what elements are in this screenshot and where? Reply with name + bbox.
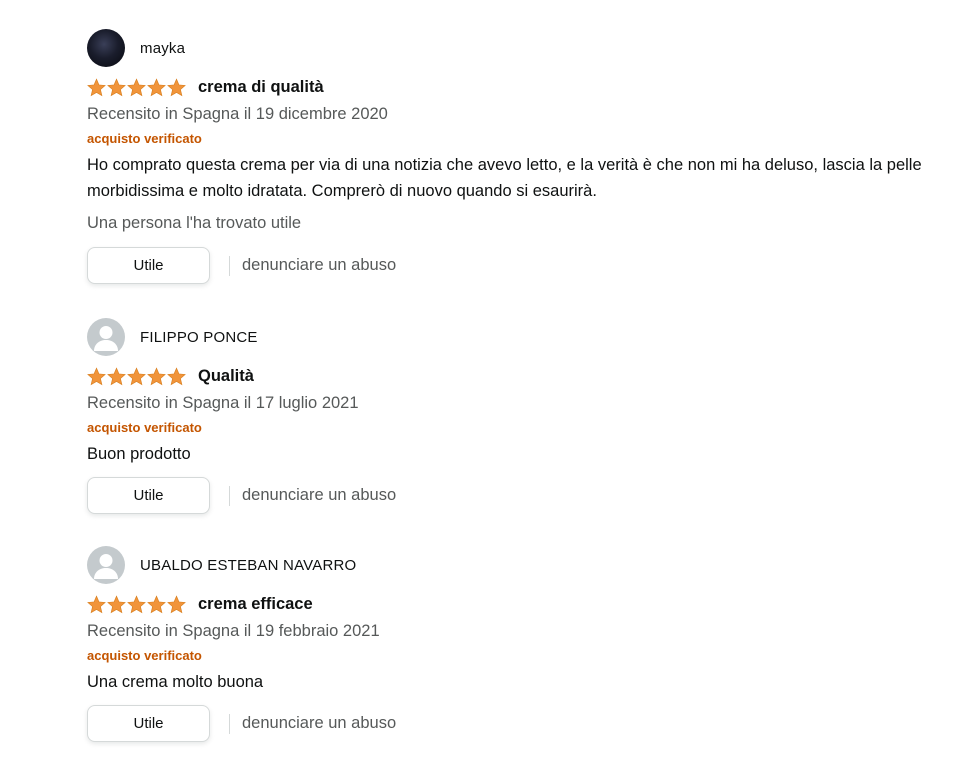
star-icon bbox=[167, 594, 186, 613]
rating-row: Qualità bbox=[87, 365, 957, 387]
user-silhouette-icon bbox=[94, 326, 118, 351]
helpful-count: Una persona l'ha trovato utile bbox=[87, 214, 302, 232]
review-title[interactable]: crema efficace bbox=[198, 595, 313, 614]
review-body: Ho comprato questa crema per via di una … bbox=[87, 156, 922, 200]
review-body: Una crema molto buona bbox=[87, 673, 264, 691]
review-item: UBALDO ESTEBAN NAVARRO crema efficace Re… bbox=[87, 545, 957, 742]
helpful-button[interactable]: Utile bbox=[87, 477, 210, 514]
star-icon bbox=[147, 77, 166, 96]
review-date: Recensito in Spagna il 19 febbraio 2021 bbox=[87, 622, 380, 640]
reviewer-profile[interactable]: mayka bbox=[87, 28, 957, 68]
star-icon bbox=[127, 594, 146, 613]
reviewer-name[interactable]: mayka bbox=[140, 40, 185, 57]
review-actions: Utile denunciare un abuso bbox=[87, 705, 957, 742]
avatar[interactable] bbox=[87, 29, 125, 67]
review-title[interactable]: crema di qualità bbox=[198, 78, 324, 97]
star-icon bbox=[87, 594, 106, 613]
verified-purchase-badge: acquisto verificato bbox=[87, 648, 202, 663]
star-icon bbox=[107, 366, 126, 385]
review-actions: Utile denunciare un abuso bbox=[87, 247, 957, 284]
star-icon bbox=[107, 594, 126, 613]
star-icon bbox=[87, 366, 106, 385]
avatar[interactable] bbox=[87, 546, 125, 584]
divider bbox=[229, 713, 230, 734]
reviewer-name[interactable]: FILIPPO PONCE bbox=[140, 329, 258, 346]
review-title[interactable]: Qualità bbox=[198, 367, 254, 386]
star-icon bbox=[107, 77, 126, 96]
review-date: Recensito in Spagna il 17 luglio 2021 bbox=[87, 394, 359, 412]
review-item: FILIPPO PONCE Qualità Recensito in Spagn… bbox=[87, 317, 957, 514]
reviewer-profile[interactable]: UBALDO ESTEBAN NAVARRO bbox=[87, 545, 957, 585]
avatar[interactable] bbox=[87, 318, 125, 356]
review-actions: Utile denunciare un abuso bbox=[87, 477, 957, 514]
user-silhouette-icon bbox=[94, 554, 118, 579]
rating-row: crema di qualità bbox=[87, 76, 957, 98]
rating-row: crema efficace bbox=[87, 593, 957, 615]
star-icon bbox=[167, 366, 186, 385]
report-abuse-link[interactable]: denunciare un abuso bbox=[242, 486, 396, 505]
report-abuse-link[interactable]: denunciare un abuso bbox=[242, 714, 396, 733]
star-icon bbox=[147, 366, 166, 385]
review-date: Recensito in Spagna il 19 dicembre 2020 bbox=[87, 105, 388, 123]
review-body: Buon prodotto bbox=[87, 445, 191, 463]
divider bbox=[229, 255, 230, 276]
report-abuse-link[interactable]: denunciare un abuso bbox=[242, 256, 396, 275]
star-rating[interactable] bbox=[87, 77, 186, 97]
helpful-button[interactable]: Utile bbox=[87, 705, 210, 742]
star-rating[interactable] bbox=[87, 594, 186, 614]
star-icon bbox=[127, 366, 146, 385]
star-icon bbox=[147, 594, 166, 613]
verified-purchase-badge: acquisto verificato bbox=[87, 420, 202, 435]
divider bbox=[229, 485, 230, 506]
review-item: mayka crema di qualità Recensito in Spag… bbox=[87, 28, 957, 284]
reviewer-profile[interactable]: FILIPPO PONCE bbox=[87, 317, 957, 357]
star-icon bbox=[167, 77, 186, 96]
star-icon bbox=[127, 77, 146, 96]
star-icon bbox=[87, 77, 106, 96]
helpful-button[interactable]: Utile bbox=[87, 247, 210, 284]
reviewer-name[interactable]: UBALDO ESTEBAN NAVARRO bbox=[140, 557, 356, 574]
verified-purchase-badge: acquisto verificato bbox=[87, 131, 202, 146]
star-rating[interactable] bbox=[87, 366, 186, 386]
